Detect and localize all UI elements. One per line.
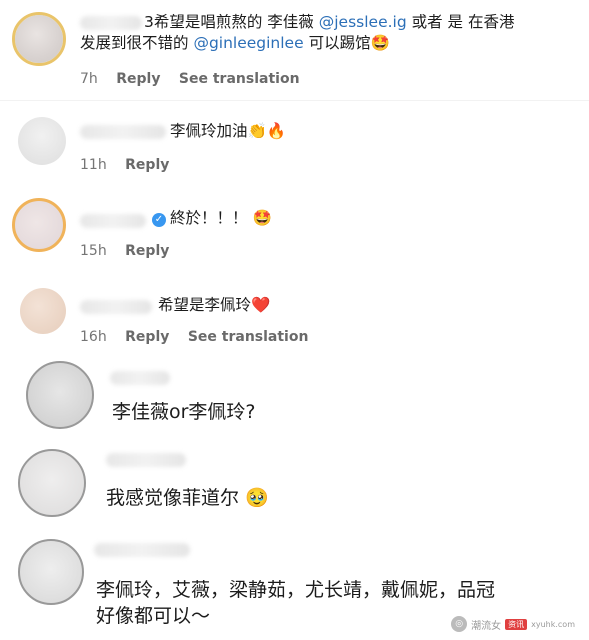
heart-emoji: ❤️ bbox=[251, 296, 271, 314]
comment-text: 李佳薇or李佩玲? bbox=[112, 401, 256, 423]
comment-text-part: 或者 是 在香港 bbox=[406, 13, 515, 31]
timestamp: 7h bbox=[80, 71, 98, 87]
watermark: ◎ 潮流女 资讯 xyuhk.com bbox=[451, 616, 575, 632]
comment-text: 我感觉像菲道尔 🥹 bbox=[106, 485, 269, 511]
avatar[interactable] bbox=[18, 539, 84, 605]
see-translation-button[interactable]: See translation bbox=[179, 71, 300, 87]
username-blurred[interactable] bbox=[80, 300, 152, 314]
comment-meta: 7h Reply See translation bbox=[80, 71, 314, 87]
avatar[interactable] bbox=[20, 288, 66, 334]
comment-text: 希望是李佩玲❤️ bbox=[158, 295, 270, 316]
avatar[interactable] bbox=[18, 449, 86, 517]
username-blurred[interactable] bbox=[106, 453, 186, 467]
username-tail: 3 bbox=[144, 13, 154, 31]
holding-back-tears-emoji: 🥹 bbox=[245, 487, 269, 509]
clap-fire-emoji: 👏🔥 bbox=[247, 122, 287, 140]
comment-text: 李佩玲加油👏🔥 bbox=[170, 121, 286, 142]
comment-text-part: 希望是李佩玲 bbox=[158, 296, 252, 314]
reply-button[interactable]: Reply bbox=[125, 329, 169, 345]
comment-text-part: 希望是唱煎熬的 李佳薇 bbox=[153, 13, 319, 31]
comment-meta: 15h Reply bbox=[80, 243, 183, 259]
watermark-text: 潮流女 bbox=[471, 620, 502, 632]
comment-6: 我感觉像菲道尔 🥹 bbox=[0, 443, 589, 528]
username-blurred[interactable] bbox=[80, 214, 146, 228]
comment-3: ✓ 終於！！！ 🤩 15h Reply bbox=[0, 192, 589, 277]
reply-button[interactable]: Reply bbox=[116, 71, 160, 87]
comment-text-part: 可以踢馆 bbox=[303, 34, 371, 52]
comment-text-part: 发展到很不错的 bbox=[80, 34, 194, 52]
comment-2: 李佩玲加油👏🔥 11h Reply bbox=[0, 105, 589, 190]
mention-link[interactable]: @jesslee.ig bbox=[319, 13, 407, 31]
comment-5: 李佳薇or李佩玲? bbox=[0, 355, 589, 435]
star-struck-emoji: 🤩 bbox=[370, 34, 390, 52]
comment-meta: 11h Reply bbox=[80, 157, 183, 173]
comment-text-line: 李佩玲，艾薇，梁静茹，尤长靖，戴佩妮，品冠 bbox=[96, 579, 496, 601]
username-blurred[interactable] bbox=[80, 125, 166, 139]
username-blurred[interactable] bbox=[94, 543, 190, 557]
comment-text-part: 終於！！！ bbox=[170, 209, 248, 227]
verified-icon: ✓ bbox=[152, 213, 166, 227]
comment-text-part: 我感觉像菲道尔 bbox=[106, 487, 240, 509]
watermark-url: xyuhk.com bbox=[531, 619, 575, 629]
username-blurred[interactable] bbox=[110, 371, 170, 385]
reply-button[interactable]: Reply bbox=[125, 243, 169, 259]
timestamp: 15h bbox=[80, 243, 107, 259]
comment-text: ✓ 終於！！！ 🤩 bbox=[152, 208, 272, 229]
comment-1: 3希望是唱煎熬的 李佳薇 @jesslee.ig 或者 是 在香港 发展到很不错… bbox=[0, 0, 589, 95]
reply-button[interactable]: Reply bbox=[125, 157, 169, 173]
avatar[interactable] bbox=[18, 117, 66, 165]
watermark-badge: 资讯 bbox=[505, 618, 528, 630]
avatar[interactable] bbox=[12, 198, 66, 252]
comment-text: 3希望是唱煎熬的 李佳薇 @jesslee.ig 或者 是 在香港 发展到很不错… bbox=[80, 12, 580, 54]
watermark-logo-icon: ◎ bbox=[451, 616, 468, 632]
divider bbox=[0, 100, 589, 101]
comment-text-part: 李佩玲加油 bbox=[170, 122, 248, 140]
avatar[interactable] bbox=[26, 361, 94, 429]
comment-meta: 16h Reply See translation bbox=[80, 329, 322, 345]
mention-link[interactable]: @ginleeginlee bbox=[193, 34, 303, 52]
star-struck-emoji: 🤩 bbox=[252, 209, 272, 227]
comment-4: 希望是李佩玲❤️ 16h Reply See translation bbox=[0, 280, 589, 360]
timestamp: 16h bbox=[80, 329, 107, 345]
timestamp: 11h bbox=[80, 157, 107, 173]
see-translation-button[interactable]: See translation bbox=[188, 329, 309, 345]
avatar[interactable] bbox=[12, 12, 66, 66]
